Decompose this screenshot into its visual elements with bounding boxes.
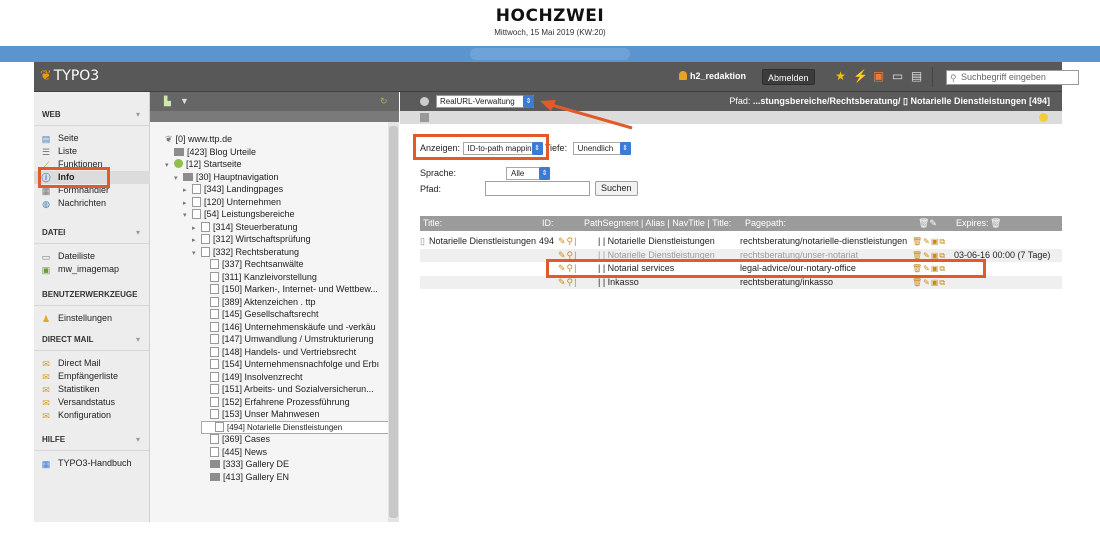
annotation-arrow [540, 100, 633, 130]
